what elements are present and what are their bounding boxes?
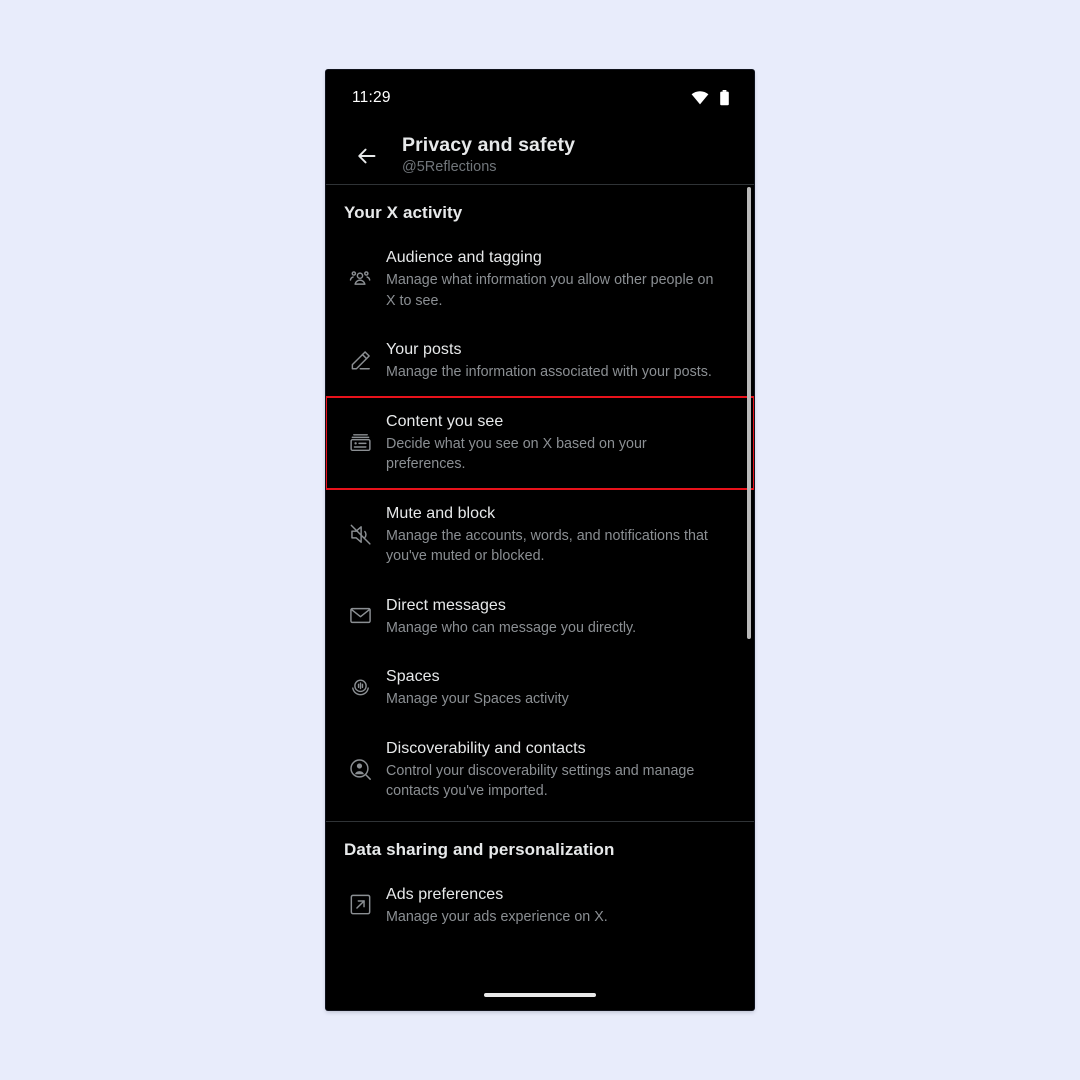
setting-title: Direct messages — [386, 596, 506, 614]
envelope-icon — [344, 603, 386, 628]
setting-description: Manage the accounts, words, and notifica… — [386, 527, 708, 565]
status-bar-icons — [691, 90, 730, 106]
setting-row-text: Spaces Manage your Spaces activity — [386, 665, 732, 710]
settings-scroll-area[interactable]: Your X activity Audience and tagging Man… — [326, 185, 754, 1010]
person-search-icon — [344, 757, 386, 782]
section-heading-your-x-activity: Your X activity — [344, 203, 463, 222]
setting-row-text: Mute and block Manage the accounts, word… — [386, 502, 732, 567]
setting-row-audience-and-tagging[interactable]: Audience and tagging Manage what informa… — [326, 233, 754, 325]
spaces-microphone-icon — [344, 675, 386, 700]
setting-row-text: Discoverability and contacts Control you… — [386, 737, 732, 802]
setting-row-text: Ads preferences Manage your ads experien… — [386, 883, 732, 928]
mute-speaker-icon — [344, 522, 386, 547]
setting-description: Manage the information associated with y… — [386, 364, 712, 380]
pencil-icon — [344, 348, 386, 373]
header-text-block: Privacy and safety @5Reflections — [402, 134, 575, 177]
setting-row-your-posts[interactable]: Your posts Manage the information associ… — [326, 325, 754, 397]
account-handle: @5Reflections — [402, 159, 497, 175]
setting-title: Mute and block — [386, 504, 496, 522]
setting-row-text: Content you see Decide what you see on X… — [386, 410, 732, 475]
setting-title: Content you see — [386, 412, 504, 430]
setting-title: Your posts — [386, 341, 462, 358]
setting-row-spaces[interactable]: Spaces Manage your Spaces activity — [326, 652, 754, 724]
setting-description: Manage who can message you directly. — [386, 619, 637, 636]
setting-row-discoverability-and-contacts[interactable]: Discoverability and contacts Control you… — [326, 724, 754, 816]
setting-title: Spaces — [386, 668, 440, 685]
home-indicator[interactable] — [484, 993, 596, 997]
content-card-icon — [344, 430, 386, 455]
battery-icon — [720, 90, 729, 106]
wifi-icon — [691, 91, 709, 105]
setting-row-mute-and-block[interactable]: Mute and block Manage the accounts, word… — [326, 489, 754, 581]
audience-people-icon — [344, 266, 386, 291]
setting-description: Control your discoverability settings an… — [386, 762, 695, 800]
setting-title: Audience and tagging — [386, 249, 542, 266]
setting-row-ads-preferences[interactable]: Ads preferences Manage your ads experien… — [326, 870, 754, 942]
setting-title: Ads preferences — [386, 885, 504, 903]
app-header: Privacy and safety @5Reflections — [326, 126, 754, 185]
external-link-icon — [344, 892, 386, 917]
setting-row-text: Direct messages Manage who can message y… — [386, 594, 732, 639]
setting-description: Manage what information you allow other … — [386, 272, 714, 309]
setting-row-text: Your posts Manage the information associ… — [386, 338, 732, 383]
setting-row-content-you-see[interactable]: Content you see Decide what you see on X… — [326, 395, 754, 490]
setting-description: Manage your Spaces activity — [386, 691, 569, 707]
setting-row-text: Audience and tagging Manage what informa… — [386, 246, 732, 311]
status-bar: 11:29 — [326, 70, 754, 126]
setting-title: Discoverability and contacts — [386, 739, 586, 757]
section-heading-data-sharing: Data sharing and personalization — [344, 839, 615, 859]
setting-description: Manage your ads experience on X. — [386, 908, 608, 925]
setting-row-direct-messages[interactable]: Direct messages Manage who can message y… — [326, 581, 754, 653]
setting-description: Decide what you see on X based on your p… — [386, 435, 647, 473]
phone-screen: 11:29 Privacy and safety @5Reflections Y… — [326, 70, 754, 1010]
back-button[interactable] — [348, 137, 386, 175]
status-bar-clock: 11:29 — [352, 89, 391, 106]
back-arrow-icon — [358, 148, 376, 163]
page-title: Privacy and safety — [402, 134, 576, 156]
